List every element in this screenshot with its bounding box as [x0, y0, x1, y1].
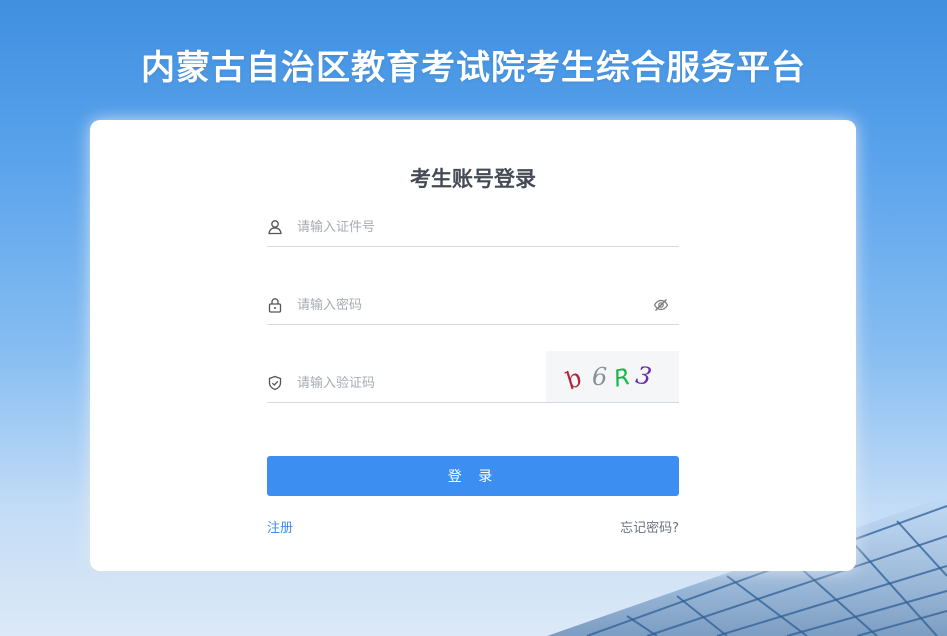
eye-off-icon[interactable] [653, 297, 669, 313]
captcha-input[interactable] [297, 372, 537, 394]
login-heading: 考生账号登录 [410, 167, 536, 191]
login-button[interactable]: 登 录 [267, 456, 679, 496]
password-input[interactable] [297, 294, 637, 316]
shield-check-icon [268, 375, 282, 391]
captcha-char: 3 [634, 361, 654, 391]
forgot-password-link[interactable]: 忘记密码? [620, 517, 679, 536]
register-link[interactable]: 注册 [267, 517, 293, 536]
username-input[interactable] [297, 216, 637, 238]
platform-title: 内蒙古自治区教育考试院考生综合服务平台 [141, 48, 806, 88]
captcha-char: 6 [592, 363, 607, 391]
captcha-char: R [612, 364, 633, 393]
password-field [267, 288, 679, 325]
captcha-image[interactable]: b 6 R 3 [546, 351, 679, 402]
login-card: 考生账号登录 请输入证件号 请输入验证码 b 6 R 3 登 录 注册 忘记密码… [90, 120, 856, 571]
login-page: 内蒙古自治区教育考试院考生综合服务平台 考生账号登录 请输入证件号 请输入验证码… [0, 0, 947, 636]
captcha-char: b [560, 363, 587, 395]
lock-icon [268, 298, 282, 313]
captcha-glyphs: b 6 R 3 [560, 361, 654, 395]
user-icon [268, 220, 282, 235]
username-field [267, 210, 679, 247]
